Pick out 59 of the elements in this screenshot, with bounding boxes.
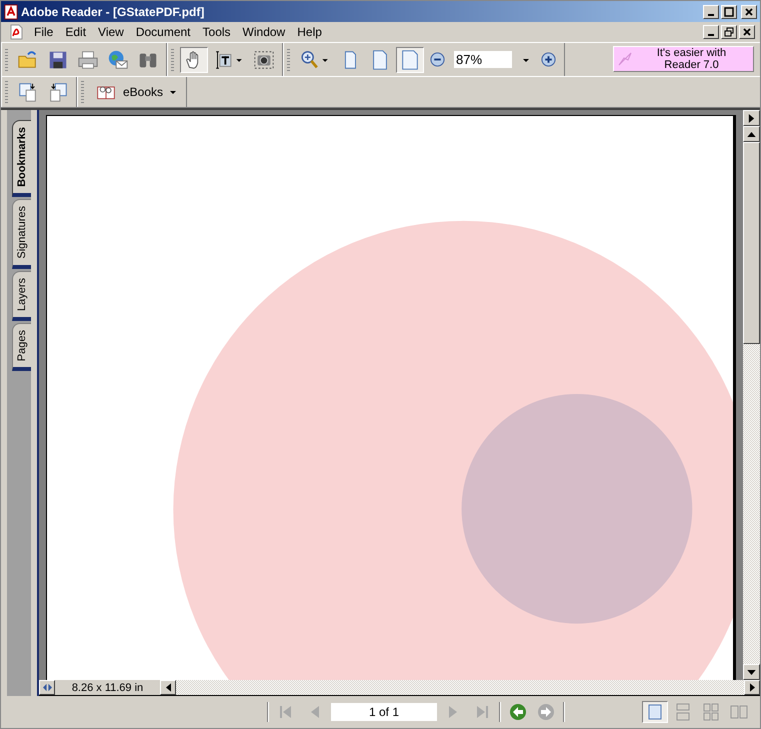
side-tab[interactable]: Signatures: [12, 198, 31, 269]
caret-icon: [169, 88, 178, 96]
restore-icon: [724, 27, 734, 37]
page-layout-icon: [674, 703, 692, 721]
page-layout-button[interactable]: [642, 701, 668, 723]
scroll-right-button[interactable]: [744, 680, 760, 695]
scrollbar-thumb[interactable]: [743, 142, 760, 344]
menu-item[interactable]: View: [92, 25, 130, 39]
zoom-field[interactable]: 87%: [454, 51, 512, 68]
scroll-left-button[interactable]: [160, 680, 176, 695]
minus-circle-icon: [430, 52, 445, 67]
close-icon: [744, 6, 754, 16]
ebooks-button[interactable]: eBooks: [90, 79, 182, 105]
side-tab[interactable]: Layers: [12, 270, 31, 321]
close-button[interactable]: [739, 25, 755, 39]
restore-button[interactable]: [721, 25, 737, 39]
minimize-icon: [708, 14, 714, 16]
page-layout-icon: [646, 703, 664, 721]
minimize-icon: [708, 34, 714, 36]
page-icon[interactable]: [396, 46, 424, 72]
maximize-icon: [724, 6, 734, 16]
right-arrow-circle-icon: [537, 703, 555, 721]
back-arrow-button[interactable]: [507, 701, 529, 723]
left-arrow-circle-icon: [509, 703, 527, 721]
side-tab[interactable]: Pages: [12, 322, 31, 371]
menu-item[interactable]: Document: [130, 25, 197, 39]
pdf-document-icon: [8, 24, 24, 40]
up-triangle-icon: [747, 132, 756, 136]
hand-tool-icon[interactable]: [180, 46, 208, 72]
first-page-icon: [278, 704, 294, 720]
right-triangle-icon: [748, 114, 755, 122]
down-triangle-icon: [747, 670, 756, 674]
side-tab[interactable]: Bookmarks: [12, 120, 31, 197]
menu-item[interactable]: Edit: [59, 25, 92, 39]
pdf-app-icon: [4, 4, 18, 20]
minimize-button[interactable]: [703, 25, 719, 39]
page-size-label: 8.26 x 11.69 in: [55, 680, 160, 695]
menu-item[interactable]: Help: [291, 25, 328, 39]
menu-item[interactable]: Window: [236, 25, 292, 39]
menu-item[interactable]: Tools: [196, 25, 237, 39]
page-layout-icon: [702, 703, 720, 721]
plus-circle-icon: [541, 52, 556, 67]
close-button[interactable]: [741, 4, 757, 18]
split-arrows-icon: [42, 683, 52, 692]
last-page-icon: [474, 704, 490, 720]
left-triangle-icon: [166, 683, 170, 692]
right-triangle-icon: [750, 683, 754, 692]
minimize-button[interactable]: [703, 4, 719, 18]
upgrade-promo-button[interactable]: It's easier with Reader 7.0: [613, 46, 754, 72]
close-icon: [742, 27, 752, 37]
scroll-down-button[interactable]: [743, 664, 760, 680]
split-handle-button[interactable]: [39, 680, 55, 695]
page-number-field[interactable]: 1 of 1: [331, 703, 437, 721]
split-arrow-button[interactable]: [743, 110, 760, 126]
scroll-up-button[interactable]: [743, 126, 760, 142]
window-title: Adobe Reader - [GStatePDF.pdf]: [21, 4, 204, 18]
page-layout-icon: [730, 703, 748, 721]
maximize-button[interactable]: [721, 4, 737, 18]
menu-item[interactable]: File: [28, 25, 60, 39]
